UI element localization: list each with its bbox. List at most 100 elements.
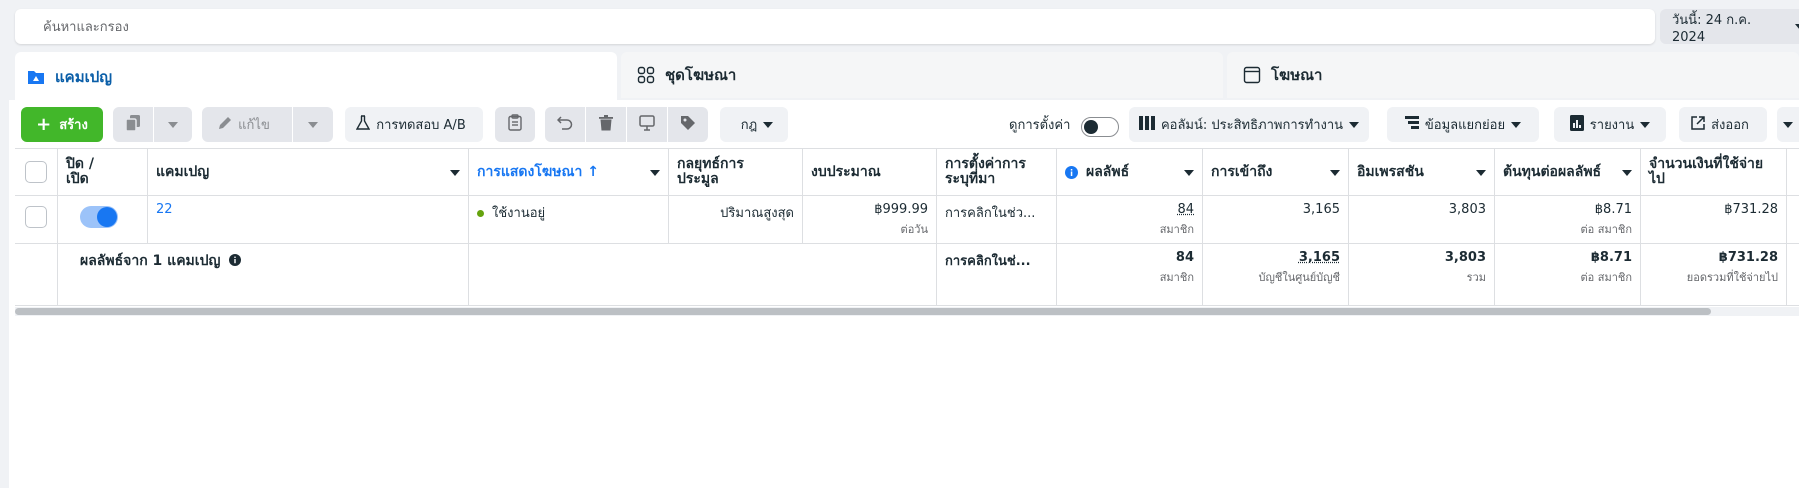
chevron-down-icon	[763, 121, 774, 128]
duplicate-button[interactable]	[113, 107, 153, 142]
toggle-knob	[1084, 120, 1098, 134]
summary-amount-spent: ฿731.28 ยอดรวมที่ใช้จ่ายไป	[1641, 244, 1787, 305]
share-icon	[639, 114, 655, 135]
row-budget[interactable]: ฿999.99 ต่อวัน	[803, 196, 937, 243]
header-cost-per-result-label: ต้นทุนต่อผลลัพธ์	[1503, 163, 1602, 180]
header-impressions[interactable]: อิมเพรสชัน	[1349, 149, 1495, 195]
info-icon	[1065, 165, 1078, 179]
clipboard-button[interactable]	[495, 107, 535, 142]
summary-cost-per-result: ฿8.71 ต่อ สมาชิก	[1495, 244, 1641, 305]
impressions-value: 3,803	[1448, 202, 1486, 217]
plus-icon: +	[36, 114, 52, 135]
breakdown-icon	[1404, 115, 1419, 134]
bid-strategy-value: ปริมาณสูงสุด	[720, 206, 794, 221]
grid-icon	[637, 66, 655, 84]
report-icon	[1569, 114, 1584, 135]
create-button[interactable]: + สร้าง	[21, 107, 103, 142]
row-checkbox[interactable]	[25, 206, 47, 228]
header-campaign[interactable]: แคมเปญ	[148, 149, 469, 195]
toolbar: + สร้าง แก้ไข การทดสอบ A/B กฎ ดูการตั้งค…	[9, 100, 1799, 148]
tab-campaigns[interactable]: แคมเปญ	[15, 52, 617, 102]
export-preview-button[interactable]	[627, 107, 667, 142]
ab-test-label: การทดสอบ A/B	[376, 118, 466, 133]
header-cost-per-result[interactable]: ต้นทุนต่อผลลัพธ์	[1495, 149, 1641, 195]
flask-icon	[356, 114, 371, 135]
chevron-down-icon	[168, 121, 178, 128]
columns-label: คอลัมน์: ประสิทธิภาพการทำงาน	[1160, 118, 1344, 133]
horizontal-scrollbar[interactable]	[15, 308, 1711, 315]
header-budget[interactable]: งบประมาณ	[803, 149, 937, 195]
campaign-name-link[interactable]: 22	[156, 202, 173, 217]
row-select-cell	[15, 196, 58, 243]
edit-label: แก้ไข	[238, 118, 270, 133]
summary-impressions-value: 3,803	[1444, 250, 1486, 265]
results-value: 84	[1177, 202, 1194, 217]
undo-button[interactable]	[545, 107, 585, 142]
amount-spent-value: ฿731.28	[1724, 202, 1778, 217]
header-reach-label: การเข้าถึง	[1211, 163, 1273, 180]
chevron-down-icon	[1184, 170, 1194, 176]
more-actions-dropdown[interactable]	[1777, 107, 1799, 142]
duplicate-dropdown[interactable]	[154, 107, 192, 142]
header-campaign-label: แคมเปญ	[156, 163, 210, 180]
copy-icon	[125, 114, 140, 135]
date-range-picker[interactable]: วันนี้: 24 ก.ค. 2024	[1660, 9, 1799, 45]
summary-empty-1	[15, 244, 58, 305]
table-row[interactable]: 22 ใช้งานอยู่ ปริมาณสูงสุด ฿999.99 ต่อวั…	[15, 196, 1799, 244]
budget-value: ฿999.99	[874, 202, 928, 217]
view-settings-toggle[interactable]	[1081, 117, 1119, 137]
header-overflow	[1787, 149, 1799, 195]
row-impressions: 3,803	[1349, 196, 1495, 243]
header-onoff[interactable]: ปิด / เปิด	[58, 149, 148, 195]
summary-results-sub: สมาชิก	[1159, 271, 1194, 284]
view-settings-label: ดูการตั้งค่า	[1009, 118, 1071, 133]
chevron-down-icon	[1476, 170, 1486, 176]
summary-reach: 3,165 บัญชีในศูนย์บัญชี	[1203, 244, 1349, 305]
row-bid-strategy: ปริมาณสูงสุด	[669, 196, 803, 243]
reports-button[interactable]: รายงาน	[1554, 107, 1666, 142]
info-icon	[229, 254, 242, 266]
header-amount-spent-label: จำนวนเงินที่ใช้จ่ายไป	[1649, 156, 1764, 187]
chevron-down-icon	[1640, 121, 1651, 128]
tab-ad-sets[interactable]: ชุดโฆษณา	[621, 52, 1223, 98]
header-delivery[interactable]: การแสดงโฆษณา ↑	[469, 149, 669, 195]
breakdown-button[interactable]: ข้อมูลแยกย่อย	[1387, 107, 1539, 142]
search-input[interactable]: ค้นหาและกรอง	[15, 9, 1655, 44]
summary-amount-spent-sub: ยอดรวมที่ใช้จ่ายไป	[1686, 271, 1778, 284]
export-button[interactable]: ส่งออก	[1679, 107, 1767, 142]
columns-button[interactable]: คอลัมน์: ประสิทธิภาพการทำงาน	[1129, 107, 1369, 142]
campaign-toggle[interactable]	[80, 206, 118, 228]
chevron-down-icon	[1349, 121, 1360, 128]
delete-button[interactable]	[586, 107, 626, 142]
summary-impressions-sub: รวม	[1466, 271, 1486, 284]
trash-icon	[599, 114, 613, 135]
summary-amount-spent-value: ฿731.28	[1718, 250, 1778, 265]
edit-dropdown[interactable]	[293, 107, 333, 142]
header-onoff-label: ปิด / เปิด	[66, 156, 94, 187]
tab-ads-label: โฆษณา	[1271, 66, 1323, 84]
select-all-cell	[15, 149, 58, 195]
row-results: 84 สมาชิก	[1057, 196, 1203, 243]
results-sub: สมาชิก	[1159, 223, 1194, 236]
header-results[interactable]: ผลลัพธ์	[1057, 149, 1203, 195]
breakdown-label: ข้อมูลแยกย่อย	[1424, 118, 1506, 133]
header-impressions-label: อิมเพรสชัน	[1357, 163, 1424, 180]
clipboard-icon	[508, 114, 522, 135]
cost-per-result-value: ฿8.71	[1594, 202, 1632, 217]
tag-icon	[680, 115, 696, 135]
rules-button[interactable]: กฎ	[720, 107, 788, 142]
ab-test-button[interactable]: การทดสอบ A/B	[345, 107, 483, 142]
ad-icon	[1243, 66, 1261, 84]
header-reach[interactable]: การเข้าถึง	[1203, 149, 1349, 195]
tab-ads[interactable]: โฆษณา	[1227, 52, 1799, 98]
header-bid-strategy[interactable]: กลยุทธ์การประมูล	[669, 149, 803, 195]
header-amount-spent[interactable]: จำนวนเงินที่ใช้จ่ายไป	[1641, 149, 1787, 195]
header-attribution[interactable]: การตั้งค่าการระบุที่มา	[937, 149, 1057, 195]
chevron-down-icon	[450, 170, 460, 176]
edit-button[interactable]: แก้ไข	[202, 107, 292, 142]
tag-button[interactable]	[668, 107, 708, 142]
select-all-checkbox[interactable]	[25, 161, 47, 183]
folder-icon	[27, 69, 45, 85]
row-campaign-name[interactable]: 22	[148, 196, 469, 243]
chevron-down-icon	[1330, 170, 1340, 176]
